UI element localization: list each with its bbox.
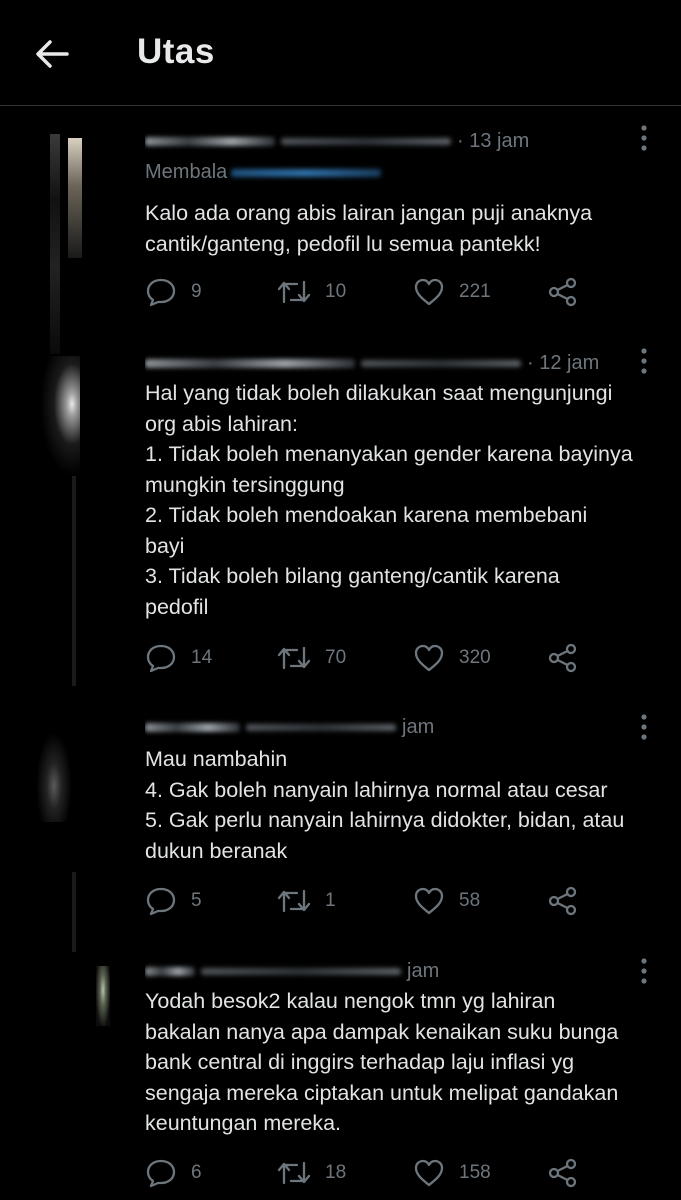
share-button[interactable] bbox=[547, 884, 579, 918]
retweet-icon bbox=[277, 646, 311, 670]
top-app-bar: Utas bbox=[0, 0, 681, 106]
replying-handle[interactable] bbox=[231, 168, 382, 177]
kebab-vertical-icon bbox=[641, 125, 647, 151]
share-icon bbox=[548, 643, 577, 673]
like-button[interactable]: 58 bbox=[413, 884, 480, 918]
retweet-count: 18 bbox=[325, 1162, 347, 1183]
tweet-text: Kalo ada orang abis lairan jangan puji a… bbox=[145, 201, 593, 256]
tweet-4[interactable]: jam Yodah besok2 kalau nengok tmn yg lah… bbox=[0, 956, 681, 1200]
tweet-time[interactable]: jam bbox=[407, 960, 439, 983]
more-options-button[interactable] bbox=[630, 123, 658, 153]
kebab-vertical-icon bbox=[641, 714, 647, 740]
tweet-actions: 6 18 158 bbox=[145, 1156, 615, 1190]
share-icon bbox=[548, 1158, 577, 1188]
author-name[interactable] bbox=[145, 358, 355, 368]
more-options-button[interactable] bbox=[630, 956, 658, 986]
tweet-3[interactable]: jam Mau nambahin 4. Gak boleh nanyain la… bbox=[0, 712, 681, 952]
tweet-author-line: · 13 jam bbox=[145, 126, 645, 156]
tweet-text: Hal yang tidak boleh dilakukan saat meng… bbox=[145, 381, 633, 619]
author-name[interactable] bbox=[145, 136, 275, 146]
tweet-actions: 14 70 320 bbox=[145, 641, 615, 675]
tweet-author-line: · 12 jam bbox=[145, 348, 645, 378]
retweet-count: 10 bbox=[325, 281, 347, 302]
retweet-button[interactable]: 70 bbox=[277, 641, 346, 675]
reply-count: 5 bbox=[191, 890, 202, 911]
author-name[interactable] bbox=[145, 966, 195, 976]
speech-bubble-icon bbox=[146, 644, 176, 673]
tweet-actions: 5 1 58 bbox=[145, 884, 615, 918]
heart-icon bbox=[414, 644, 444, 672]
avatar[interactable] bbox=[0, 712, 130, 952]
tweet-author-line: jam bbox=[145, 712, 645, 742]
more-options-button[interactable] bbox=[630, 346, 658, 376]
reply-button[interactable]: 6 bbox=[145, 1156, 202, 1190]
replying-label: Membala bbox=[145, 161, 228, 183]
replying-to: Membala bbox=[145, 161, 382, 184]
back-button[interactable] bbox=[30, 32, 74, 76]
reply-count: 14 bbox=[191, 647, 213, 668]
author-handle[interactable] bbox=[246, 723, 396, 731]
reply-count: 9 bbox=[191, 281, 202, 302]
author-name[interactable] bbox=[145, 722, 240, 732]
like-button[interactable]: 221 bbox=[413, 275, 491, 309]
retweet-icon bbox=[277, 889, 311, 913]
more-options-button[interactable] bbox=[630, 712, 658, 742]
speech-bubble-icon bbox=[146, 278, 176, 307]
share-icon bbox=[548, 886, 577, 916]
like-button[interactable]: 158 bbox=[413, 1156, 491, 1190]
share-button[interactable] bbox=[547, 275, 579, 309]
heart-icon bbox=[414, 887, 444, 915]
like-count: 320 bbox=[459, 647, 491, 668]
tweet-1[interactable]: · 13 jam Membala Kalo ada orang abis lai… bbox=[0, 106, 681, 354]
share-button[interactable] bbox=[547, 641, 579, 675]
share-icon bbox=[548, 277, 577, 307]
tweet-time[interactable]: · 13 jam bbox=[457, 130, 529, 153]
speech-bubble-icon bbox=[146, 1159, 176, 1188]
retweet-count: 70 bbox=[325, 647, 347, 668]
avatar[interactable] bbox=[0, 346, 130, 706]
tweet-time[interactable]: · 12 jam bbox=[527, 352, 599, 375]
retweet-button[interactable]: 18 bbox=[277, 1156, 346, 1190]
author-handle[interactable] bbox=[361, 359, 521, 367]
heart-icon bbox=[414, 278, 444, 306]
tweet-text: Mau nambahin 4. Gak boleh nanyain lahirn… bbox=[145, 747, 625, 863]
tweet-author-line: jam bbox=[145, 956, 645, 986]
avatar[interactable] bbox=[0, 126, 130, 354]
retweet-count: 1 bbox=[325, 890, 336, 911]
retweet-icon bbox=[277, 280, 311, 304]
like-count: 158 bbox=[459, 1162, 491, 1183]
tweet-2[interactable]: · 12 jam Hal yang tidak boleh dilakukan … bbox=[0, 346, 681, 706]
arrow-left-icon bbox=[36, 40, 69, 68]
reply-button[interactable]: 14 bbox=[145, 641, 212, 675]
reply-button[interactable]: 9 bbox=[145, 275, 202, 309]
retweet-button[interactable]: 10 bbox=[277, 275, 346, 309]
like-count: 221 bbox=[459, 281, 491, 302]
tweet-actions: 9 10 221 bbox=[145, 275, 615, 309]
kebab-vertical-icon bbox=[641, 348, 647, 374]
heart-icon bbox=[414, 1159, 444, 1187]
tweet-time[interactable]: jam bbox=[402, 716, 434, 739]
retweet-icon bbox=[277, 1161, 311, 1185]
tweet-text: Yodah besok2 kalau nengok tmn yg lahiran… bbox=[145, 989, 619, 1135]
like-count: 58 bbox=[459, 890, 481, 911]
page-title: Utas bbox=[137, 32, 215, 71]
share-button[interactable] bbox=[547, 1156, 579, 1190]
author-handle[interactable] bbox=[201, 967, 401, 975]
reply-button[interactable]: 5 bbox=[145, 884, 202, 918]
reply-count: 6 bbox=[191, 1162, 202, 1183]
author-handle[interactable] bbox=[281, 137, 451, 145]
like-button[interactable]: 320 bbox=[413, 641, 491, 675]
retweet-button[interactable]: 1 bbox=[277, 884, 336, 918]
speech-bubble-icon bbox=[146, 887, 176, 916]
avatar[interactable] bbox=[0, 956, 130, 1200]
kebab-vertical-icon bbox=[641, 958, 647, 984]
